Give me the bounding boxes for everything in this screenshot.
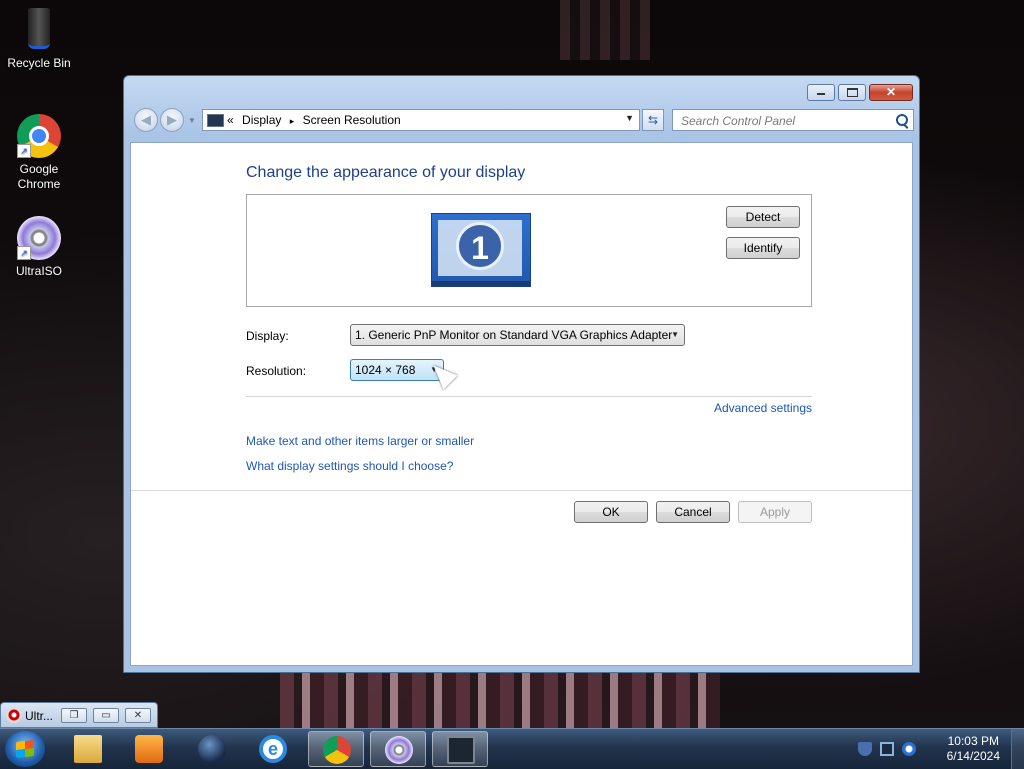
breadcrumb-display[interactable]: Display: [242, 113, 281, 127]
windows-explorer-icon: [74, 735, 102, 763]
restore-button[interactable]: ❐: [61, 708, 87, 723]
breadcrumb-separator[interactable]: ▸: [290, 116, 295, 126]
desktop-icon-recycle-bin[interactable]: Recycle Bin: [4, 8, 74, 71]
search-box: [672, 109, 914, 131]
footer-divider: [131, 490, 912, 491]
monitor-number: 1: [456, 222, 504, 270]
minimize-button[interactable]: [807, 84, 835, 101]
recycle-bin-icon: [17, 8, 61, 52]
text-size-link[interactable]: Make text and other items larger or smal…: [246, 434, 474, 448]
show-desktop-button[interactable]: [1011, 729, 1024, 769]
breadcrumb-screen-resolution[interactable]: Screen Resolution: [303, 113, 401, 127]
ultraiso-icon: ↗: [17, 216, 61, 260]
taskbar-app-orb[interactable]: [184, 731, 240, 767]
monitor-taskbar-graphic: [432, 281, 530, 286]
ultraiso-window-thumbnail[interactable]: Ultr... ❐ ▭ ✕: [0, 702, 158, 728]
ultraiso-icon: [385, 736, 413, 764]
system-tray: 10:03 PM 6/14/2024: [854, 729, 1024, 769]
shortcut-arrow-icon: ↗: [17, 144, 31, 158]
desktop-icon-ultraiso[interactable]: ↗ UltraISO: [4, 216, 74, 279]
identify-button[interactable]: Identify: [726, 237, 800, 259]
separator: [246, 396, 812, 397]
search-input[interactable]: [679, 111, 883, 131]
chrome-icon: ↗: [17, 114, 61, 158]
desktop-icon-label: UltraISO: [15, 264, 62, 278]
taskbar-ultraiso[interactable]: [370, 731, 426, 767]
chevron-down-icon: ▼: [671, 330, 679, 339]
internet-explorer-icon: e: [259, 735, 287, 763]
taskbar-windows-explorer[interactable]: [60, 731, 116, 767]
page-title: Change the appearance of your display: [246, 164, 526, 181]
close-button[interactable]: ✕: [125, 708, 151, 723]
resolution-label: Resolution:: [246, 364, 307, 378]
display-dropdown-value: 1. Generic PnP Monitor on Standard VGA G…: [355, 328, 673, 342]
network-icon[interactable]: [880, 742, 894, 756]
close-button[interactable]: ✕: [869, 84, 913, 101]
minimize-icon: [817, 93, 825, 95]
volume-icon[interactable]: [902, 742, 916, 756]
display-icon: [207, 114, 224, 127]
action-center-flag-icon[interactable]: [858, 742, 872, 756]
recent-pages-dropdown[interactable]: ▼: [188, 116, 196, 125]
forward-arrow-icon: ▶: [167, 112, 177, 127]
taskbar-google-chrome[interactable]: [308, 731, 364, 767]
app-orb-icon: [198, 735, 226, 763]
desktop-icon-label: Google Chrome: [17, 162, 61, 191]
maximize-icon: [846, 88, 858, 97]
monitor-1-thumbnail[interactable]: 1: [431, 213, 531, 287]
breadcrumb-overflow[interactable]: «: [227, 113, 234, 127]
screen-resolution-window: ✕ ◀ ▶ ▼ « Display ▸ Screen Resolution ▼ …: [123, 75, 920, 673]
chrome-icon: [323, 736, 351, 764]
maximize-button[interactable]: ▭: [93, 708, 119, 723]
taskbar-display-settings[interactable]: [432, 731, 488, 767]
start-button[interactable]: [5, 731, 45, 767]
display-label: Display:: [246, 329, 289, 343]
content-panel: Change the appearance of your display 1 …: [130, 142, 913, 666]
breadcrumb: « Display ▸ Screen Resolution: [227, 113, 406, 127]
desktop-icon-google-chrome[interactable]: ↗ Google Chrome: [4, 114, 74, 192]
apply-button[interactable]: Apply: [738, 501, 812, 523]
advanced-settings-link[interactable]: Advanced settings: [714, 401, 812, 415]
taskbar-media-player[interactable]: [121, 731, 177, 767]
back-button[interactable]: ◀: [134, 108, 158, 132]
maximize-button[interactable]: [838, 84, 866, 101]
taskbar-clock[interactable]: 10:03 PM 6/14/2024: [947, 734, 1000, 764]
refresh-icon: ⇆: [647, 113, 659, 127]
navigation-bar: ◀ ▶ ▼ « Display ▸ Screen Resolution ▼ ⇆: [132, 107, 914, 133]
maximize-icon: ▭: [101, 710, 111, 721]
clock-time: 10:03 PM: [947, 734, 999, 748]
shortcut-arrow-icon: ↗: [17, 246, 31, 260]
back-arrow-icon: ◀: [141, 112, 151, 127]
cancel-button[interactable]: Cancel: [656, 501, 730, 523]
forward-button[interactable]: ▶: [160, 108, 184, 132]
taskbar-internet-explorer[interactable]: e: [245, 731, 301, 767]
resolution-dropdown-value: 1024 × 768: [355, 363, 416, 377]
wallpaper-pattern-top: [560, 0, 650, 60]
media-player-icon: [135, 735, 163, 763]
ultraiso-icon: [6, 707, 22, 723]
detect-button[interactable]: Detect: [726, 206, 800, 228]
restore-icon: ❐: [69, 710, 79, 721]
close-icon: ✕: [885, 85, 897, 99]
display-help-link[interactable]: What display settings should I choose?: [246, 459, 453, 473]
display-dropdown[interactable]: 1. Generic PnP Monitor on Standard VGA G…: [350, 324, 685, 346]
close-icon: ✕: [133, 710, 143, 721]
taskbar: e 10:03 PM 6/14/2024: [0, 728, 1024, 769]
ok-button[interactable]: OK: [574, 501, 648, 523]
address-dropdown-icon[interactable]: ▼: [625, 113, 634, 123]
display-preview-area: 1 Detect Identify: [246, 194, 812, 307]
wallpaper-pattern: [280, 672, 720, 728]
display-settings-icon: [447, 736, 475, 764]
address-bar[interactable]: « Display ▸ Screen Resolution ▼: [202, 109, 640, 131]
refresh-button[interactable]: ⇆: [642, 109, 664, 131]
clock-date: 6/14/2024: [946, 749, 1000, 763]
search-icon[interactable]: [896, 114, 908, 126]
desktop-icon-label: Recycle Bin: [7, 56, 71, 70]
caption-buttons: ✕: [804, 84, 913, 101]
thumbnail-title: Ultr...: [25, 709, 54, 723]
